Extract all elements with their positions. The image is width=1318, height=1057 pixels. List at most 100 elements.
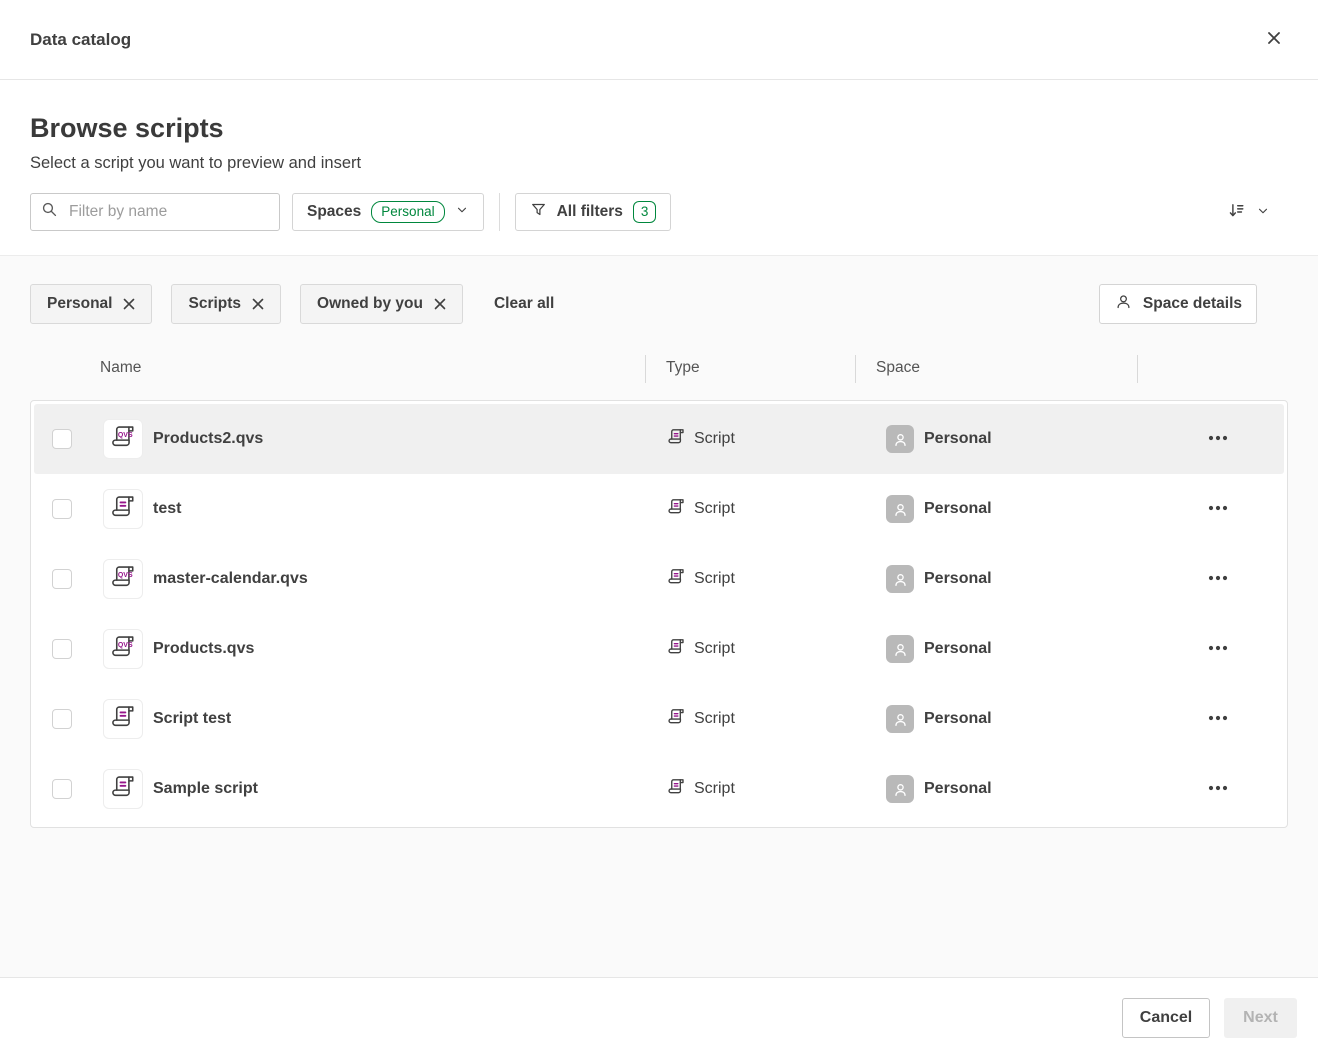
row-space-label: Personal (924, 640, 992, 658)
chip-remove-icon[interactable] (434, 298, 446, 310)
three-dots-icon (1207, 567, 1229, 592)
table-row[interactable]: QVS Sample script (34, 754, 1284, 824)
qvs-file-icon: QVS (110, 633, 137, 665)
file-icon-box: QVS (103, 559, 143, 599)
sort-control[interactable] (1227, 201, 1270, 223)
column-divider (855, 355, 856, 383)
column-header-type[interactable]: Type (666, 359, 700, 377)
row-space-label: Personal (924, 710, 992, 728)
chip-remove-icon[interactable] (252, 298, 264, 310)
row-menu-button[interactable] (1204, 495, 1232, 523)
table-card: QVS Products2.qvs (30, 400, 1288, 828)
row-menu-button[interactable] (1204, 635, 1232, 663)
script-type-icon (667, 497, 686, 521)
script-type-icon (667, 427, 686, 451)
table-row[interactable]: QVS Products2.qvs (34, 404, 1284, 474)
table-row[interactable]: QVS Script test (34, 684, 1284, 754)
filter-chip[interactable]: Owned by you (300, 284, 463, 324)
row-checkbox[interactable] (52, 499, 72, 519)
row-space-cell: Personal (886, 705, 992, 733)
row-type-label: Script (694, 570, 735, 588)
next-button[interactable]: Next (1224, 998, 1297, 1038)
chevron-down-icon (455, 203, 469, 222)
filter-chip[interactable]: Personal (30, 284, 152, 324)
file-icon-box: QVS (103, 489, 143, 529)
svg-text:QVS: QVS (117, 572, 132, 579)
personal-space-avatar-icon (886, 705, 914, 733)
spaces-selected-badge: Personal (371, 201, 444, 223)
file-icon-box: QVS (103, 419, 143, 459)
three-dots-icon (1207, 707, 1229, 732)
column-divider (645, 355, 646, 383)
space-details-button[interactable]: Space details (1099, 284, 1257, 324)
row-type-label: Script (694, 640, 735, 658)
file-icon-box: QVS (103, 769, 143, 809)
column-header-name[interactable]: Name (100, 359, 141, 377)
chip-remove-icon[interactable] (123, 298, 135, 310)
filter-chip[interactable]: Scripts (171, 284, 281, 324)
row-checkbox[interactable] (52, 709, 72, 729)
table-row[interactable]: QVS test (34, 474, 1284, 544)
row-name: Script test (153, 710, 231, 728)
row-checkbox[interactable] (52, 429, 72, 449)
search-input[interactable] (67, 202, 271, 222)
table-row[interactable]: QVS master-calendar.qvs (34, 544, 1284, 614)
row-menu-button[interactable] (1204, 775, 1232, 803)
spaces-label: Spaces (307, 203, 361, 221)
qvs-file-icon: QVS (110, 423, 137, 455)
close-icon (1264, 28, 1284, 51)
row-space-cell: Personal (886, 635, 992, 663)
space-details-label: Space details (1143, 295, 1242, 313)
row-space-label: Personal (924, 570, 992, 588)
row-type-label: Script (694, 710, 735, 728)
row-type-label: Script (694, 780, 735, 798)
row-space-cell: Personal (886, 565, 992, 593)
close-button[interactable] (1260, 26, 1288, 54)
row-type-cell: Script (667, 777, 735, 801)
page-title: Browse scripts (30, 113, 1288, 144)
svg-text:QVS: QVS (117, 432, 132, 439)
spaces-dropdown[interactable]: Spaces Personal (292, 193, 484, 231)
toolbar-divider (499, 193, 500, 231)
column-divider (1137, 355, 1138, 383)
all-filters-label: All filters (557, 203, 623, 221)
row-checkbox[interactable] (52, 639, 72, 659)
script-type-icon (667, 777, 686, 801)
row-type-label: Script (694, 500, 735, 518)
row-checkbox[interactable] (52, 569, 72, 589)
personal-space-avatar-icon (886, 425, 914, 453)
row-name: Products.qvs (153, 640, 254, 658)
dialog-title: Data catalog (30, 30, 131, 50)
three-dots-icon (1207, 427, 1229, 452)
row-type-cell: Script (667, 637, 735, 661)
filter-chip-label: Personal (47, 295, 112, 313)
row-checkbox-cell (52, 499, 72, 519)
personal-space-avatar-icon (886, 565, 914, 593)
row-type-cell: Script (667, 427, 735, 451)
svg-text:QVS: QVS (117, 642, 132, 649)
row-checkbox-cell (52, 429, 72, 449)
filters-count-badge: 3 (633, 201, 657, 223)
page-subtitle: Select a script you want to preview and … (30, 154, 1288, 173)
table-row[interactable]: QVS Products.qvs (34, 614, 1284, 684)
column-header-space[interactable]: Space (876, 359, 920, 377)
script-file-icon (110, 773, 137, 805)
row-checkbox-cell (52, 709, 72, 729)
row-type-label: Script (694, 430, 735, 448)
clear-all-button[interactable]: Clear all (494, 295, 554, 313)
filter-chips-row: Personal Scripts Owned by you Clear all … (30, 284, 1288, 324)
row-menu-button[interactable] (1204, 565, 1232, 593)
search-icon (41, 201, 58, 223)
row-space-label: Personal (924, 500, 992, 518)
dialog-footer: Cancel Next (0, 977, 1318, 1057)
row-checkbox[interactable] (52, 779, 72, 799)
three-dots-icon (1207, 637, 1229, 662)
cancel-button[interactable]: Cancel (1122, 998, 1210, 1038)
row-menu-button[interactable] (1204, 705, 1232, 733)
filter-chips: Personal Scripts Owned by you (30, 284, 463, 324)
row-menu-button[interactable] (1204, 425, 1232, 453)
all-filters-button[interactable]: All filters 3 (515, 193, 672, 231)
script-type-icon (667, 567, 686, 591)
person-icon (1114, 292, 1133, 316)
row-checkbox-cell (52, 779, 72, 799)
